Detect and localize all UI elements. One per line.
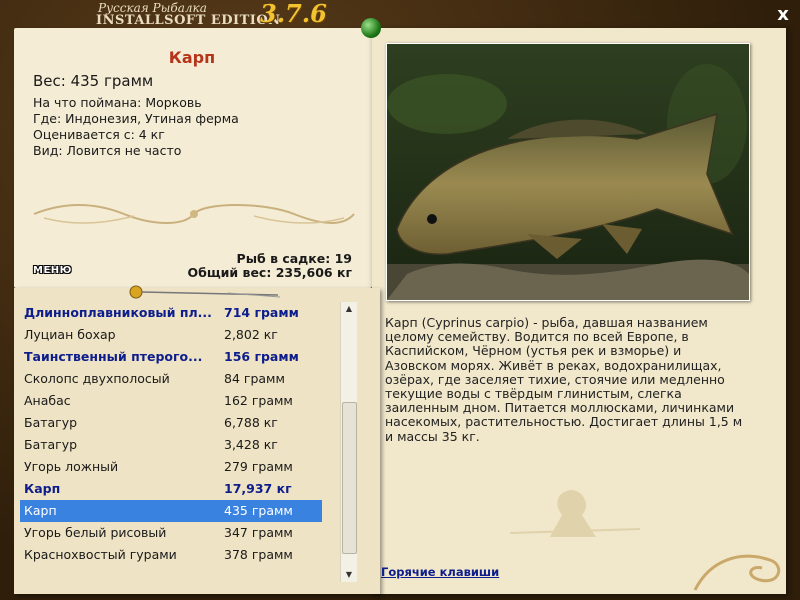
fish-rarity: Вид: Ловится не часто bbox=[33, 143, 182, 158]
list-item-weight: 347 грамм bbox=[224, 525, 293, 540]
list-item-name: Карп bbox=[24, 503, 57, 518]
green-pin-icon bbox=[361, 18, 381, 38]
list-item-weight: 435 грамм bbox=[224, 503, 293, 518]
total-weight: Общий вес: 235,606 кг bbox=[187, 265, 353, 280]
list-item-name: Краснохвостый гурами bbox=[24, 547, 177, 562]
close-icon: x bbox=[777, 4, 789, 25]
fish-weight: Вес: 435 грамм bbox=[33, 72, 154, 90]
game-logo: Русская Рыбалка INSTALLSOFT EDITION 3.7.… bbox=[96, 2, 327, 28]
carp-image-icon bbox=[387, 44, 749, 300]
fish-description: Карп (Cyprinus carpio) - рыба, давшая на… bbox=[385, 315, 743, 444]
fishing-hook-icon bbox=[129, 285, 281, 299]
fisherman-silhouette-icon bbox=[510, 490, 640, 537]
list-item-name: Таинственный птерого... bbox=[24, 349, 203, 364]
list-item-weight: 2,802 кг bbox=[224, 327, 278, 342]
logo-line2: INSTALLSOFT EDITION bbox=[96, 13, 281, 28]
close-button[interactable]: x bbox=[774, 6, 792, 24]
list-item-name: Анабас bbox=[24, 393, 71, 408]
list-item[interactable]: Анабас 162 грамм bbox=[20, 390, 322, 412]
list-item-weight: 156 грамм bbox=[224, 349, 299, 364]
list-item-weight: 162 грамм bbox=[224, 393, 293, 408]
list-item[interactable]: Карп 17,937 кг bbox=[20, 478, 322, 500]
list-item[interactable]: Луциан бохар 2,802 кг bbox=[20, 324, 322, 346]
list-item[interactable]: Карп 435 грамм bbox=[20, 500, 322, 522]
list-item[interactable]: Сколопс двухполосый 84 грамм bbox=[20, 368, 322, 390]
list-item-name: Батагур bbox=[24, 437, 78, 452]
corner-ornament-icon bbox=[693, 554, 781, 591]
fish-name-title: Карп bbox=[168, 48, 216, 67]
list-item-weight: 378 грамм bbox=[224, 547, 293, 562]
fish-count: Рыб в садке: 19 bbox=[236, 251, 352, 266]
catch-stats: Рыб в садке: 19 Общий вес: 235,606 кг bbox=[150, 251, 353, 280]
hotkeys-link[interactable]: Горячие клавиши bbox=[381, 565, 499, 579]
fish-bait: На что поймана: Морковь bbox=[33, 95, 202, 110]
list-item-weight: 3,428 кг bbox=[224, 437, 278, 452]
scroll-thumb[interactable] bbox=[342, 402, 357, 554]
list-item[interactable]: Краснохвостый гурами 378 грамм bbox=[20, 544, 322, 566]
fish-details: На что поймана: Морковь Где: Индонезия, … bbox=[33, 95, 239, 159]
list-item-name: Луциан бохар bbox=[24, 327, 116, 342]
list-item-name: Батагур bbox=[24, 415, 78, 430]
fish-location: Где: Индонезия, Утиная ферма bbox=[33, 111, 239, 126]
menu-button[interactable]: МЕНЮ bbox=[33, 265, 72, 276]
catch-list[interactable]: Длинноплавниковый пл... 714 грамм Луциан б… bbox=[20, 302, 358, 582]
list-item-name: Сколопс двухполосый bbox=[24, 371, 170, 386]
list-item[interactable]: Угорь ложный 279 грамм bbox=[20, 456, 322, 478]
list-item[interactable]: Батагур 3,428 кг bbox=[20, 434, 322, 456]
list-item-weight: 279 грамм bbox=[224, 459, 293, 474]
list-item[interactable]: Длинноплавниковый пл... 714 грамм bbox=[20, 302, 322, 324]
list-item-weight: 17,937 кг bbox=[224, 481, 292, 496]
scroll-up-icon[interactable]: ▲ bbox=[341, 302, 357, 316]
fish-photo bbox=[386, 43, 750, 301]
list-item-name: Длинноплавниковый пл... bbox=[24, 305, 212, 320]
list-item[interactable]: Угорь белый рисовый 347 грамм bbox=[20, 522, 322, 544]
version-label: 3.7.6 bbox=[260, 0, 327, 28]
list-item[interactable]: Батагур 6,788 кг bbox=[20, 412, 322, 434]
list-item-weight: 84 грамм bbox=[224, 371, 285, 386]
ornament-divider-icon bbox=[33, 204, 355, 224]
fish-rated-from: Оценивается с: 4 кг bbox=[33, 127, 165, 142]
list-item-name: Угорь ложный bbox=[24, 459, 119, 474]
scroll-down-icon[interactable]: ▼ bbox=[341, 568, 357, 582]
list-item-weight: 714 грамм bbox=[224, 305, 299, 320]
list-item-name: Карп bbox=[24, 481, 61, 496]
catch-list-scrollbar[interactable]: ▲ ▼ bbox=[340, 302, 357, 582]
list-item-weight: 6,788 кг bbox=[224, 415, 278, 430]
list-item-name: Угорь белый рисовый bbox=[24, 525, 167, 540]
list-item[interactable]: Таинственный птерого... 156 грамм bbox=[20, 346, 322, 368]
